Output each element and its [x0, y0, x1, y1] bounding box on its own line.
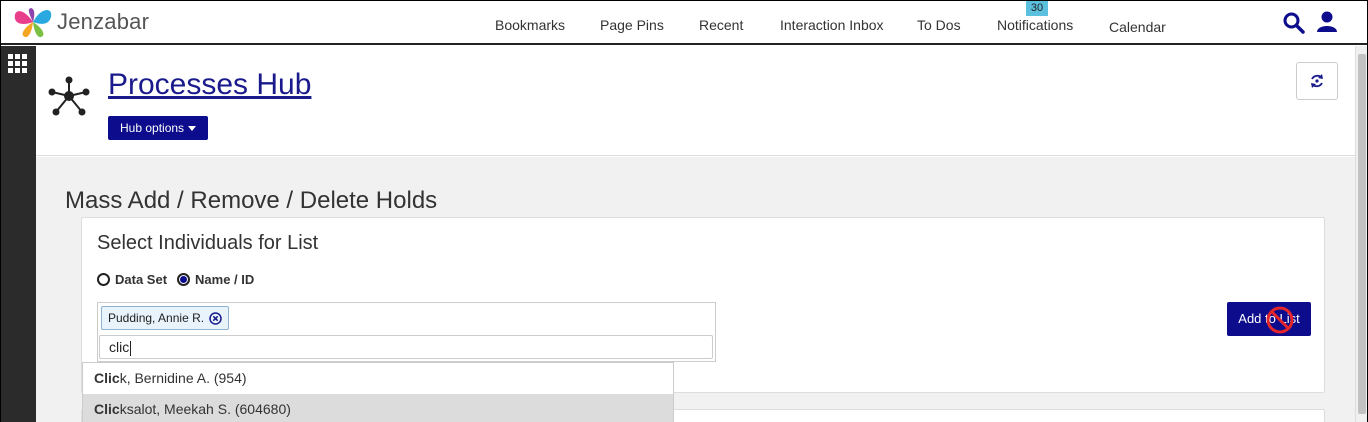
refresh-button[interactable]: [1296, 62, 1338, 100]
apps-grid-icon[interactable]: [8, 54, 28, 74]
radio-data-set[interactable]: [97, 273, 110, 286]
hub-header: Processes Hub Hub options: [36, 46, 1355, 156]
search-input[interactable]: clic: [99, 335, 713, 359]
option-rest-text: k, Bernidine A. (954): [119, 370, 247, 386]
not-allowed-cursor-icon: [1266, 306, 1294, 334]
network-hub-icon: [48, 76, 90, 116]
option-rest-text: ksalot, Meekah S. (604680): [119, 401, 291, 417]
radio-name-id[interactable]: [177, 273, 191, 286]
card-title: Select Individuals for List: [97, 232, 319, 254]
top-bar: Jenzabar Bookmarks Page Pins Recent Inte…: [1, 1, 1367, 45]
autocomplete-option-highlighted[interactable]: Clicksalot, Meekah S. (604680): [83, 394, 673, 422]
refresh-icon: [1311, 74, 1323, 88]
notifications-badge: 30: [1026, 1, 1048, 16]
radio-data-set-label[interactable]: Data Set: [115, 272, 167, 287]
nav-page-pins[interactable]: Page Pins: [600, 17, 664, 33]
search-icon[interactable]: [1282, 11, 1306, 35]
user-icon[interactable]: [1315, 10, 1339, 34]
tag-label: Pudding, Annie R.: [108, 311, 205, 325]
option-match-text: Clic: [94, 401, 120, 417]
butterfly-logo-icon: [14, 8, 52, 38]
nav-to-dos[interactable]: To Dos: [917, 17, 961, 33]
nav-notifications[interactable]: Notifications: [997, 17, 1073, 33]
nav-calendar[interactable]: Calendar: [1109, 19, 1166, 35]
brand-logo[interactable]: Jenzabar: [11, 5, 149, 39]
hub-options-label: Hub options: [120, 121, 185, 135]
autocomplete-option[interactable]: Click, Bernidine A. (954): [83, 363, 673, 394]
selected-individual-tag: Pudding, Annie R.: [101, 306, 230, 330]
nav-recent[interactable]: Recent: [699, 17, 743, 33]
hub-options-button[interactable]: Hub options: [108, 116, 209, 140]
autocomplete-dropdown: Click, Bernidine A. (954) Clicksalot, Me…: [82, 362, 674, 422]
page-title-link[interactable]: Processes Hub: [108, 68, 311, 102]
brand-name: Jenzabar: [57, 9, 150, 34]
search-input-value: clic: [109, 339, 130, 355]
text-cursor: [130, 340, 132, 356]
left-rail: [1, 46, 36, 422]
scrollbar-thumb[interactable]: [1358, 54, 1366, 414]
nav-bookmarks[interactable]: Bookmarks: [495, 17, 565, 33]
individual-picker[interactable]: Pudding, Annie R. clic: [97, 302, 716, 362]
remove-tag-icon[interactable]: [209, 311, 222, 325]
caret-down-icon: [188, 126, 197, 132]
option-match-text: Clic: [94, 370, 120, 386]
vertical-scrollbar[interactable]: [1355, 46, 1367, 422]
section-title: Mass Add / Remove / Delete Holds: [65, 187, 438, 214]
nav-interaction-inbox[interactable]: Interaction Inbox: [780, 17, 884, 33]
radio-name-id-label[interactable]: Name / ID: [195, 272, 254, 287]
selection-mode-radios: Data Set Name / ID: [97, 272, 264, 287]
